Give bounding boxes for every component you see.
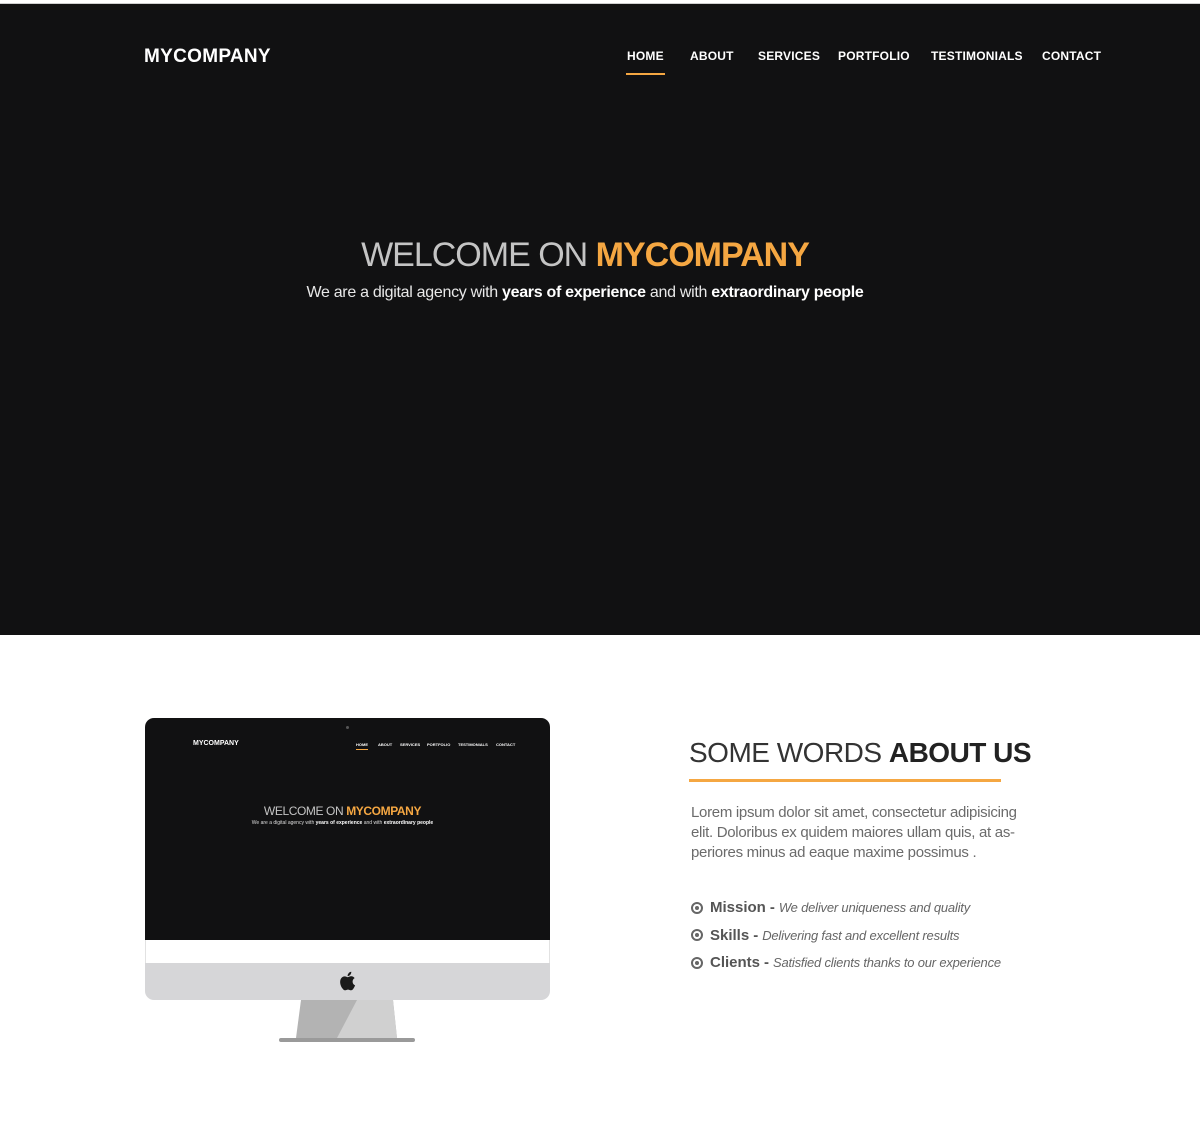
mini-nav-contact: CONTACT (496, 742, 516, 747)
mini-nav-services: SERVICES (400, 742, 421, 747)
about-text-line-1: Lorem ipsum dolor sit amet, consectetur … (691, 804, 1017, 821)
feature-mission: Mission - We deliver uniqueness and qual… (691, 894, 1091, 922)
nav-contact[interactable]: CONTACT (1042, 49, 1101, 63)
hero-title-prefix: WELCOME ON (361, 236, 596, 274)
feature-separator: - (769, 899, 775, 917)
monitor-mockup: MYCOMPANY HOME ABOUT SERVICES PORTFOLIO … (145, 718, 550, 1048)
bullseye-icon (691, 956, 703, 969)
about-title-bold: ABOUT US (888, 737, 1032, 768)
about-title-underline (689, 779, 1001, 782)
feature-desc: Delivering fast and excellent results (762, 927, 960, 943)
mini-nav-testimonials: TESTIMONIALS (458, 742, 488, 747)
feature-separator: - (764, 954, 770, 972)
nav-services[interactable]: SERVICES (758, 49, 820, 63)
about-text-line-2: elit. Doloribus ex quidem maiores ullam … (691, 824, 1015, 841)
hero-section: MYCOMPANY HOME ABOUT SERVICES PORTFOLIO … (0, 4, 1200, 635)
camera-dot (346, 726, 349, 729)
feature-name: Skills (710, 926, 750, 944)
feature-name: Clients (710, 954, 761, 972)
hero-subtitle: We are a digital agency with years of ex… (0, 284, 1170, 302)
feature-separator: - (753, 926, 759, 944)
about-title: SOME WORDS ABOUT US (689, 737, 1032, 769)
hero-subtitle-bold-1: years of experience (502, 284, 646, 301)
main-nav: HOME ABOUT SERVICES PORTFOLIO TESTIMONIA… (0, 49, 1200, 79)
mini-nav-portfolio: PORTFOLIO (427, 742, 451, 747)
monitor-chin (145, 963, 550, 1000)
mini-hero-subtitle: We are a digital agency with years of ex… (145, 820, 540, 826)
feature-clients: Clients - Satisfied clients thanks to ou… (691, 949, 1091, 977)
hero-subtitle-part-1: We are a digital agency with (306, 284, 503, 301)
about-text-line-3: periores minus ad eaque maxime possimus … (691, 844, 977, 861)
monitor-stand (279, 1000, 415, 1042)
hero-subtitle-bold-2: extraordinary people (711, 284, 864, 301)
mini-nav-about: ABOUT (378, 742, 393, 747)
feature-desc: We deliver uniqueness and quality (778, 900, 971, 916)
nav-about[interactable]: ABOUT (690, 49, 734, 63)
about-text: Lorem ipsum dolor sit amet, consectetur … (691, 803, 1031, 863)
mini-sub-bold-1: years of experience (315, 820, 363, 826)
apple-logo-icon (340, 971, 356, 991)
hero-subtitle-part-2: and with (645, 284, 712, 301)
mini-sub-part-2: and with (362, 820, 384, 826)
nav-testimonials[interactable]: TESTIMONIALS (931, 49, 1023, 63)
nav-home[interactable]: HOME (626, 49, 665, 75)
mini-hero-title: WELCOME ON MYCOMPANY (145, 804, 540, 818)
monitor-bezel (145, 940, 550, 963)
nav-portfolio[interactable]: PORTFOLIO (838, 49, 910, 63)
bullseye-icon (691, 901, 703, 914)
mini-nav-home: HOME (356, 742, 368, 750)
hero-title-highlight: MYCOMPANY (595, 236, 810, 274)
feature-list: Mission - We deliver uniqueness and qual… (691, 894, 1091, 977)
mini-title-prefix: WELCOME ON (263, 804, 347, 818)
feature-desc: Satisfied clients thanks to our experien… (773, 955, 1001, 971)
mini-sub-bold-2: extraordinary people (383, 820, 434, 826)
about-title-prefix: SOME WORDS (689, 737, 889, 768)
hero-title: WELCOME ON MYCOMPANY (0, 236, 1170, 275)
bullseye-icon (691, 929, 703, 942)
mini-nav: HOME ABOUT SERVICES PORTFOLIO TESTIMONIA… (145, 742, 550, 752)
mini-title-highlight: MYCOMPANY (346, 804, 422, 818)
feature-skills: Skills - Delivering fast and excellent r… (691, 922, 1091, 950)
monitor-screen: MYCOMPANY HOME ABOUT SERVICES PORTFOLIO … (145, 718, 550, 940)
mini-sub-part-1: We are a digital agency with (251, 820, 316, 826)
feature-name: Mission (710, 899, 766, 917)
